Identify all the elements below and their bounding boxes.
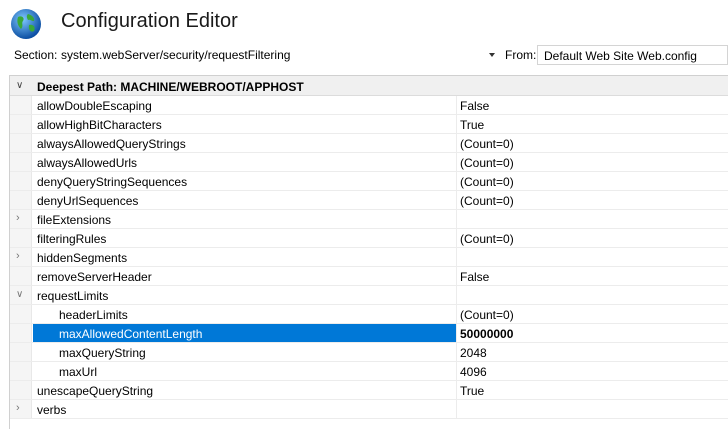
grid-row-verbs[interactable]: › verbs — [10, 400, 728, 419]
page-title: Configuration Editor — [61, 10, 238, 32]
row-gutter: ∨ — [10, 286, 32, 304]
column-divider — [456, 381, 457, 399]
grid-row-alwaysAllowedUrls[interactable]: alwaysAllowedUrls (Count=0) — [10, 153, 728, 172]
expand-chevron-icon[interactable]: › — [16, 402, 20, 414]
grid-row-filteringRules[interactable]: filteringRules (Count=0) — [10, 229, 728, 248]
column-divider — [456, 115, 457, 133]
property-name: removeServerHeader — [37, 270, 152, 284]
row-gutter — [10, 343, 32, 361]
grid-row-denyUrlSequences[interactable]: denyUrlSequences (Count=0) — [10, 191, 728, 210]
row-gutter — [10, 305, 32, 323]
property-value[interactable]: 50000000 — [460, 327, 513, 341]
editor-header: Configuration Editor — [0, 0, 728, 44]
property-name: denyQueryStringSequences — [37, 175, 188, 189]
grid-row-fileExtensions[interactable]: › fileExtensions — [10, 210, 728, 229]
column-divider — [456, 96, 457, 114]
property-value[interactable]: (Count=0) — [460, 137, 514, 151]
column-divider — [456, 324, 457, 342]
from-value: Default Web Site Web.config — [544, 49, 697, 63]
grid-row-alwaysAllowedQueryStrings[interactable]: alwaysAllowedQueryStrings (Count=0) — [10, 134, 728, 153]
grid-row-requestLimits[interactable]: ∨ requestLimits — [10, 286, 728, 305]
grid-row-maxUrl[interactable]: maxUrl 4096 — [10, 362, 728, 381]
expand-chevron-icon[interactable]: › — [16, 212, 20, 224]
category-header[interactable]: ∨ Deepest Path: MACHINE/WEBROOT/APPHOST — [10, 76, 728, 96]
column-divider — [456, 134, 457, 152]
property-value[interactable]: (Count=0) — [460, 232, 514, 246]
property-name: fileExtensions — [37, 213, 112, 227]
property-name: alwaysAllowedQueryStrings — [37, 137, 186, 151]
property-value[interactable]: True — [460, 118, 484, 132]
expand-chevron-icon[interactable]: › — [16, 250, 20, 262]
property-value[interactable]: True — [460, 384, 484, 398]
row-gutter — [10, 324, 32, 342]
from-select[interactable]: Default Web Site Web.config — [537, 45, 728, 65]
grid-row-removeServerHeader[interactable]: removeServerHeader False — [10, 267, 728, 286]
property-value[interactable]: (Count=0) — [460, 194, 514, 208]
section-field[interactable]: system.webServer/security/requestFilteri… — [61, 48, 290, 62]
row-gutter — [10, 115, 32, 133]
row-gutter — [10, 153, 32, 171]
grid-row-maxQueryString[interactable]: maxQueryString 2048 — [10, 343, 728, 362]
column-divider — [456, 362, 457, 380]
property-value[interactable]: (Count=0) — [460, 308, 514, 322]
grid-row-allowDoubleEscaping[interactable]: allowDoubleEscaping False — [10, 96, 728, 115]
grid-row-denyQueryStringSequences[interactable]: denyQueryStringSequences (Count=0) — [10, 172, 728, 191]
column-divider — [456, 286, 457, 304]
grid-row-headerLimits[interactable]: headerLimits (Count=0) — [10, 305, 728, 324]
row-gutter: › — [10, 248, 32, 266]
property-name: denyUrlSequences — [37, 194, 139, 208]
column-divider — [456, 153, 457, 171]
property-name: requestLimits — [37, 289, 109, 303]
column-divider — [456, 305, 457, 323]
property-name: maxQueryString — [59, 346, 146, 360]
grid-row-maxAllowedContentLength[interactable]: maxAllowedContentLength 50000000 — [10, 324, 728, 343]
property-name: maxAllowedContentLength — [59, 327, 203, 341]
collapse-chevron-icon[interactable]: ∨ — [16, 80, 23, 91]
column-divider — [456, 172, 457, 190]
property-name: allowHighBitCharacters — [37, 118, 162, 132]
section-dropdown-button[interactable] — [484, 45, 500, 65]
property-grid: ∨ Deepest Path: MACHINE/WEBROOT/APPHOST … — [9, 75, 728, 429]
row-gutter — [10, 362, 32, 380]
property-value[interactable]: False — [460, 99, 489, 113]
property-name: hiddenSegments — [37, 251, 128, 265]
row-gutter — [10, 191, 32, 209]
property-name: headerLimits — [59, 308, 128, 322]
property-name: allowDoubleEscaping — [37, 99, 152, 113]
property-value[interactable]: False — [460, 270, 489, 284]
property-name: maxUrl — [59, 365, 97, 379]
row-gutter — [10, 381, 32, 399]
property-value[interactable]: 4096 — [460, 365, 487, 379]
grid-row-allowHighBitCharacters[interactable]: allowHighBitCharacters True — [10, 115, 728, 134]
from-label: From: — [505, 48, 537, 62]
row-gutter: › — [10, 400, 32, 418]
column-divider — [456, 248, 457, 266]
property-value[interactable]: 2048 — [460, 346, 487, 360]
property-name: verbs — [37, 403, 67, 417]
column-divider — [456, 267, 457, 285]
section-label: Section: — [14, 48, 58, 62]
column-divider — [456, 210, 457, 228]
row-gutter — [10, 229, 32, 247]
property-value[interactable]: (Count=0) — [460, 156, 514, 170]
property-value[interactable]: (Count=0) — [460, 175, 514, 189]
row-gutter — [10, 134, 32, 152]
row-gutter — [10, 267, 32, 285]
grid-row-hiddenSegments[interactable]: › hiddenSegments — [10, 248, 728, 267]
property-name: alwaysAllowedUrls — [37, 156, 138, 170]
collapse-chevron-icon[interactable]: ∨ — [16, 289, 23, 300]
row-gutter — [10, 172, 32, 190]
row-gutter: › — [10, 210, 32, 228]
column-divider — [456, 229, 457, 247]
column-divider — [456, 343, 457, 361]
row-gutter — [10, 96, 32, 114]
column-divider — [456, 191, 457, 209]
property-name: unescapeQueryString — [37, 384, 154, 398]
grid-row-unescapeQueryString[interactable]: unescapeQueryString True — [10, 381, 728, 400]
property-name: filteringRules — [37, 232, 107, 246]
category-title: Deepest Path: MACHINE/WEBROOT/APPHOST — [37, 80, 304, 94]
globe-icon — [11, 9, 41, 39]
column-divider — [456, 400, 457, 418]
